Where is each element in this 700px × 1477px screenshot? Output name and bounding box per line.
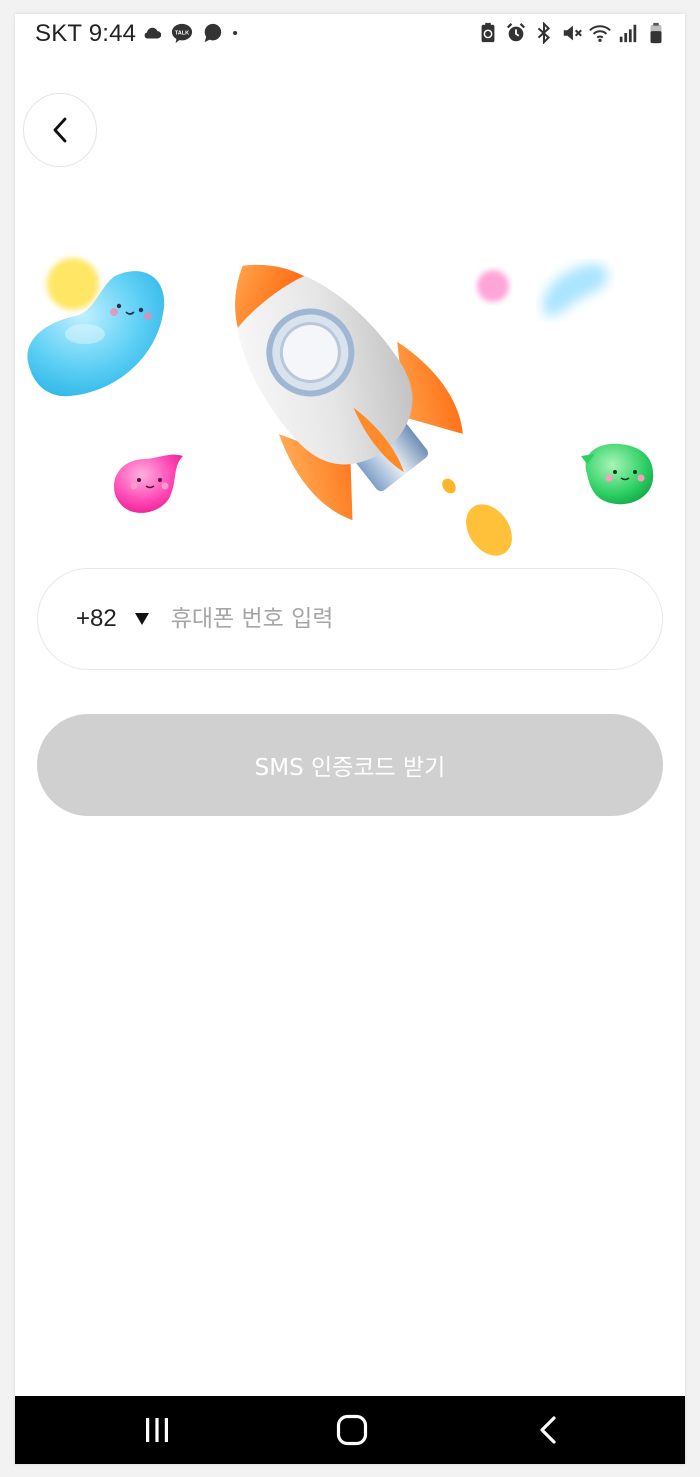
recent-apps-button[interactable] [137,1410,177,1450]
chat-bubble-icon [204,23,222,43]
svg-text:TALK: TALK [175,30,189,36]
request-sms-code-button[interactable]: SMS 인증코드 받기 [37,714,663,816]
recent-apps-icon [146,1418,168,1442]
status-carrier-time: SKT 9:44 [35,20,136,48]
wifi-icon [589,25,611,42]
cloud-icon [144,27,162,39]
chevron-left-icon [53,117,67,143]
system-navigation-bar [15,1396,685,1464]
rocket-illustration [27,258,654,556]
dropdown-triangle-icon [134,613,149,625]
notification-icons: TALK [141,22,245,44]
battery-icon [650,22,662,44]
carrier-name: SKT [35,20,82,47]
status-bar: SKT 9:44 TALK [15,14,685,54]
battery-saver-icon [481,22,495,43]
country-code-value: +82 [76,605,117,632]
phone-number-field-container: +82 [37,568,663,670]
kakaotalk-icon: TALK [171,23,193,44]
phone-number-input[interactable] [170,606,591,632]
bluetooth-icon [537,22,551,44]
nav-back-button[interactable] [528,1410,568,1450]
country-code-select[interactable]: +82 [76,605,149,633]
clock-time: 9:44 [88,20,137,47]
back-icon [540,1416,556,1444]
mute-icon [563,25,582,41]
signal-icon [619,24,637,43]
home-button[interactable] [332,1410,372,1450]
dot-icon [233,30,238,36]
app-screen: SKT 9:44 TALK +82 휴대폰 번호 입력 SMS 인증코드 받기 [15,14,685,1464]
home-icon [336,1414,368,1446]
system-icons [477,22,667,44]
back-button[interactable] [23,93,97,167]
alarm-icon [506,23,526,42]
